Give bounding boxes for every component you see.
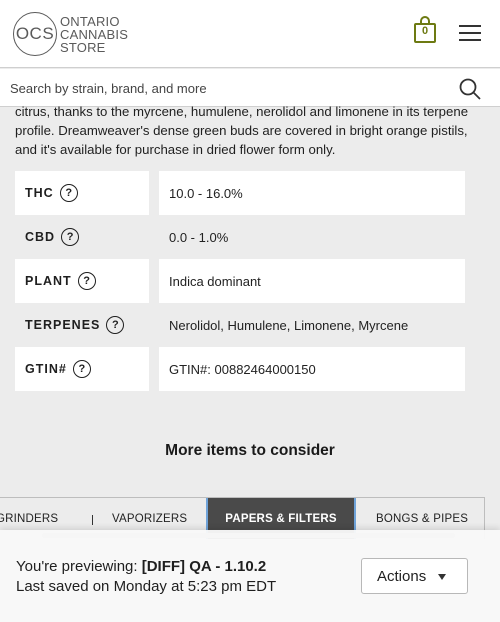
preview-prefix: You're previewing: (16, 558, 142, 575)
help-icon[interactable]: ? (72, 360, 91, 378)
attribute-label-text: PLANT (25, 274, 72, 288)
logo-circle: OCS (13, 12, 57, 56)
attribute-value-plant: Indica dominant (159, 259, 465, 303)
preview-status: You're previewing: [DIFF] QA - 1.10.2 (16, 558, 266, 575)
attribute-label-text: GTIN# (25, 362, 67, 376)
attribute-label-terpenes: TERPENES ? (15, 303, 149, 347)
last-saved-text: Last saved on Monday at 5:23 pm EDT (16, 578, 277, 595)
site-header: OCS ONTARIO CANNABIS STORE 0 (0, 0, 500, 68)
logo-line-1: ONTARIO (60, 13, 120, 29)
help-icon[interactable]: ? (77, 272, 96, 290)
preview-bar: You're previewing: [DIFF] QA - 1.10.2 La… (0, 530, 500, 622)
logo-line-3: STORE (60, 39, 106, 55)
attribute-label-cbd: CBD ? (15, 215, 149, 259)
attribute-value-gtin: GTIN#: 00882464000150 (159, 347, 465, 391)
cart-button[interactable]: 0 (414, 16, 436, 44)
hamburger-line (459, 39, 481, 41)
hamburger-menu-button[interactable] (459, 25, 481, 41)
search-icon (459, 78, 481, 100)
attribute-label-plant: PLANT ? (15, 259, 149, 303)
help-icon[interactable]: ? (61, 228, 80, 246)
attribute-label-text: TERPENES (25, 318, 101, 332)
tab-divider (92, 515, 93, 525)
preview-name: [DIFF] QA - 1.10.2 (141, 558, 267, 575)
search-button[interactable] (458, 77, 482, 101)
caret-down-icon (438, 574, 446, 580)
cart-count: 0 (421, 25, 429, 37)
hamburger-menu-icon (459, 25, 481, 27)
attribute-value-cbd: 0.0 - 1.0% (169, 229, 229, 245)
hamburger-line (459, 32, 481, 34)
actions-dropdown-button[interactable]: Actions (361, 558, 468, 594)
attribute-label-thc: THC ? (15, 171, 149, 215)
more-items-heading: More items to consider (165, 442, 335, 459)
logo-line-2: CANNABIS (60, 26, 129, 42)
attribute-label-text: CBD (25, 230, 56, 244)
attribute-value-thc: 10.0 - 16.0% (159, 171, 465, 215)
logo-wordmark: ONTARIO CANNABIS STORE (60, 15, 128, 54)
help-icon[interactable]: ? (59, 184, 78, 202)
attribute-label-gtin: GTIN# ? (15, 347, 149, 391)
search-input[interactable] (10, 78, 440, 98)
product-description: citrus, thanks to the myrcene, humulene,… (15, 104, 469, 157)
attribute-value-terpenes: Nerolidol, Humulene, Limonene, Myrcene (169, 317, 409, 333)
help-icon[interactable]: ? (106, 316, 125, 334)
ocs-logo[interactable]: OCS ONTARIO CANNABIS STORE (13, 12, 128, 56)
actions-label: Actions (377, 567, 427, 585)
attribute-label-text: THC (25, 186, 54, 200)
